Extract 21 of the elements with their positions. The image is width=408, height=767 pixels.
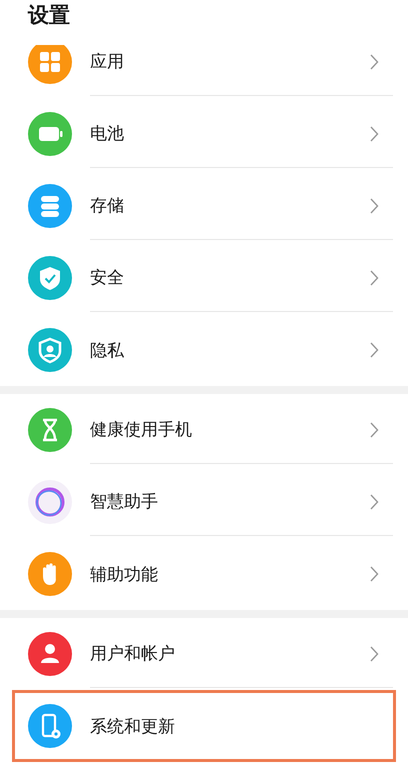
- settings-item[interactable]: 安全: [12, 242, 396, 314]
- settings-item[interactable]: 应用: [12, 45, 396, 98]
- page-title: 设置: [28, 2, 70, 29]
- settings-item[interactable]: 用户和帐户: [12, 618, 396, 690]
- settings-item[interactable]: 存储: [12, 170, 396, 242]
- item-label: 用户和帐户: [90, 643, 176, 665]
- item-label: 电池: [90, 123, 125, 145]
- settings-item[interactable]: 系统和更新: [12, 690, 396, 762]
- item-label: 辅助功能: [90, 564, 159, 586]
- settings-item[interactable]: 辅助功能: [12, 538, 396, 610]
- settings-item[interactable]: 隐私: [12, 314, 396, 386]
- item-label: 应用: [90, 51, 125, 73]
- settings-item[interactable]: 智慧助手: [12, 466, 396, 538]
- item-label: 隐私: [90, 340, 125, 362]
- item-label: 安全: [90, 267, 125, 289]
- settings-item[interactable]: 电池: [12, 98, 396, 170]
- item-label: 智慧助手: [90, 491, 159, 513]
- settings-item[interactable]: 健康使用手机: [12, 394, 396, 466]
- item-label: 健康使用手机: [90, 419, 193, 441]
- item-label: 存储: [90, 195, 125, 217]
- item-label: 系统和更新: [90, 716, 176, 738]
